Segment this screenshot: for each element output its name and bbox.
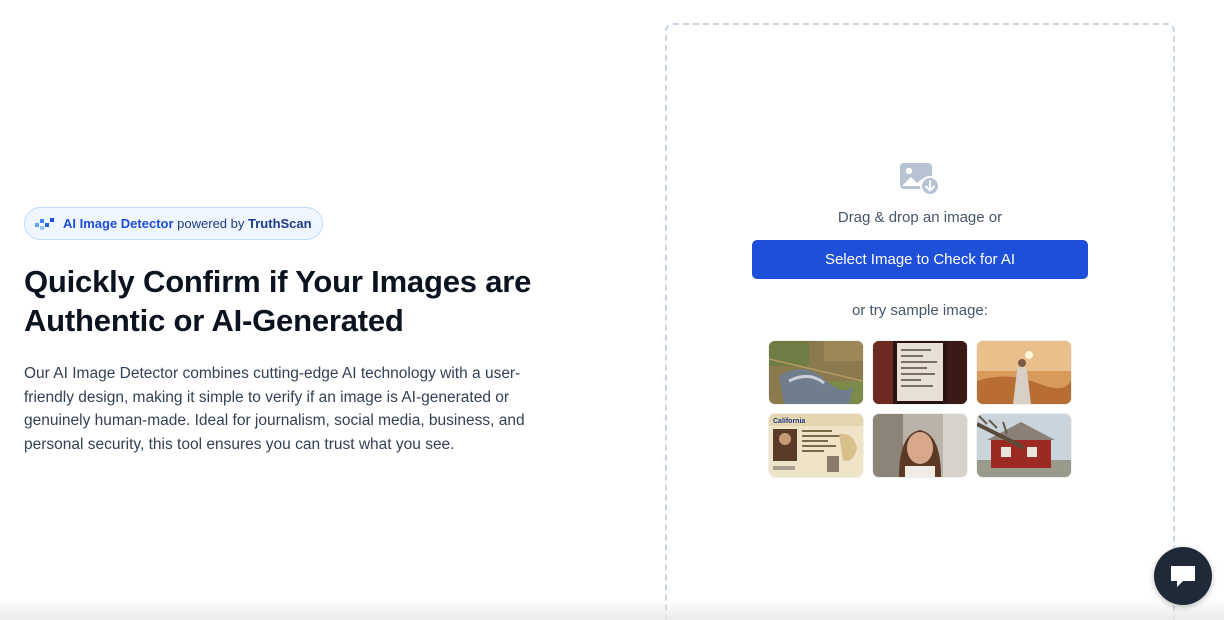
svg-text:California: California [773, 418, 805, 425]
chat-button[interactable] [1154, 547, 1212, 605]
sample-image-aerial-town[interactable] [769, 341, 863, 404]
sample-image-label: or try sample image: [852, 302, 988, 319]
sample-image-fallen-tree-house[interactable] [977, 414, 1071, 477]
badge-powered-by: powered by [177, 216, 245, 231]
product-badge: AI Image Detector powered by TruthScan [24, 207, 323, 240]
detector-logo-icon [35, 217, 54, 230]
drag-drop-label: Drag & drop an image or [837, 209, 1003, 226]
chat-icon [1171, 566, 1195, 587]
sample-image-drivers-license[interactable]: California [769, 414, 863, 477]
sample-image-receipt[interactable] [873, 341, 967, 404]
select-image-button[interactable]: Select Image to Check for AI [752, 240, 1088, 279]
badge-brand: TruthScan [248, 216, 312, 231]
sample-images-grid: California [769, 341, 1071, 477]
sample-image-desert-figure[interactable] [977, 341, 1071, 404]
page-title: Quickly Confirm if Your Images are Authe… [24, 264, 532, 338]
page: AI Image Detector powered by TruthScan Q… [0, 0, 1224, 620]
image-upload-icon [900, 163, 940, 196]
page-description: Our AI Image Detector combines cutting-e… [24, 365, 525, 453]
sample-image-selfie[interactable] [873, 414, 967, 477]
hero-section: AI Image Detector powered by TruthScan Q… [24, 207, 584, 456]
badge-product: AI Image Detector [63, 216, 174, 231]
image-dropzone[interactable]: Drag & drop an image or Select Image to … [665, 23, 1175, 620]
dropzone-content: Drag & drop an image or Select Image to … [667, 161, 1173, 477]
bottom-fade [0, 600, 1224, 620]
